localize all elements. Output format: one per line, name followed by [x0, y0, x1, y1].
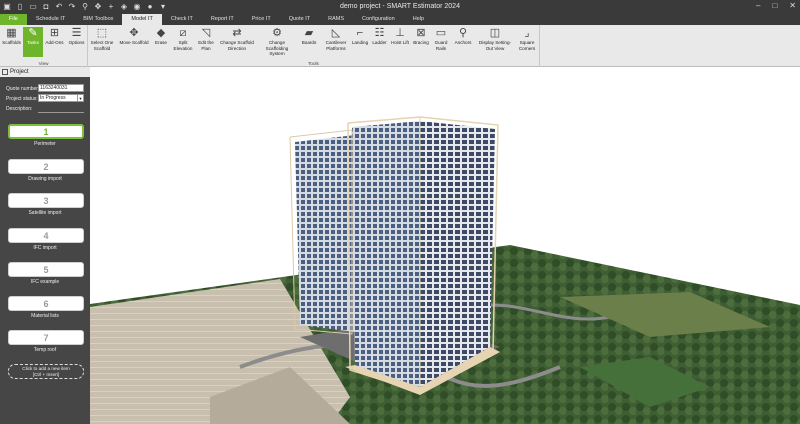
boards-icon: ▰ [304, 27, 314, 39]
guard-rails-icon: ▭ [435, 27, 447, 39]
anchors-button[interactable]: ⚲ Anchors [452, 27, 474, 46]
chevron-down-icon: ▼ [77, 95, 83, 102]
project-panel-title: Project [10, 69, 29, 75]
step-satellite-import-label: Satellite import [28, 210, 62, 216]
tab-bim-toolbox[interactable]: BIM Toolbox [74, 14, 122, 25]
close-button[interactable]: ✕ [789, 1, 796, 10]
tab-configuration[interactable]: Configuration [353, 14, 404, 25]
step-temp-roof-label: Temp roof [33, 347, 57, 353]
tab-price-it[interactable]: Price IT [243, 14, 280, 25]
display-icon: ◫ [489, 27, 501, 39]
change-scaffolding-system-button[interactable]: ⚙ Change Scaffolding System [258, 27, 296, 57]
step-satellite-import[interactable]: 3 [8, 193, 84, 208]
cantilever-icon: ◺ [331, 27, 341, 39]
step-perimeter-label: Perimeter [34, 141, 56, 147]
scaffold-icon: ▦ [6, 27, 17, 39]
step-ifc-import[interactable]: 4 [8, 228, 84, 243]
tab-model-it[interactable]: Model IT [122, 14, 162, 25]
bracing-button[interactable]: ⊠ Bracing [412, 27, 430, 46]
options-button[interactable]: ☰ Options [66, 27, 87, 57]
step-material-lists[interactable]: 6 [8, 296, 84, 311]
minimize-button[interactable]: – [756, 1, 760, 10]
project-status-select[interactable]: In Progress ▼ [38, 94, 84, 102]
edit-plan-icon: ◹ [201, 27, 211, 39]
step-ifc-import-label: IFC import [33, 245, 57, 251]
view-group-label: View [38, 61, 49, 66]
erase-button[interactable]: ◆ Erase [152, 27, 170, 46]
select-icon: ⬚ [96, 27, 108, 39]
tab-help[interactable]: Help [404, 14, 433, 25]
ladder-icon: ☷ [374, 27, 385, 39]
split-icon: ⧄ [179, 27, 187, 39]
project-panel-header: Project [0, 67, 90, 77]
panel-pin-icon[interactable] [2, 69, 8, 75]
direction-icon: ⇄ [232, 27, 242, 39]
model-viewport[interactable] [90, 67, 800, 424]
step-drawing-import[interactable]: 2 [8, 159, 84, 174]
window-title: demo project - SMART Estimator 2024 [340, 3, 460, 10]
hoist-lift-button[interactable]: ⊥ Hoist Lift [390, 27, 410, 46]
add-ons-icon: ⊞ [49, 27, 60, 39]
description-label: Description: [6, 106, 33, 112]
change-scaffold-direction-button[interactable]: ⇄ Change Scaffold Direction [218, 27, 256, 51]
landing-icon: ⌐ [356, 27, 364, 39]
ladder-button[interactable]: ☷ Ladder [371, 27, 388, 46]
step-ifc-example-label: IFC example [30, 279, 60, 285]
bracing-icon: ⊠ [416, 27, 426, 39]
ribbon-group-view: ▦ Scaffolds ✎ Tasks ⊞ Add-Ons ☰ Options View [0, 25, 88, 67]
move-icon: ✥ [129, 27, 139, 39]
quote-number-field[interactable]: 1163240031 [38, 84, 84, 92]
tab-quote-it[interactable]: Quote IT [280, 14, 319, 25]
step-perimeter[interactable]: 1 [8, 124, 84, 139]
step-drawing-import-label: Drawing import [28, 176, 62, 182]
anchor-icon: ⚲ [458, 27, 468, 39]
split-elevation-button[interactable]: ⧄ Split Elevation [172, 27, 194, 51]
boards-button[interactable]: ▰ Boards [298, 27, 320, 46]
corner-icon: ⌟ [524, 27, 530, 39]
hoist-icon: ⊥ [395, 27, 405, 39]
project-panel: Project Quote number: 1163240031 Project… [0, 67, 90, 424]
display-setting-out-view-button[interactable]: ◫ Display Setting-Out View [476, 27, 514, 51]
title-bar: ▣ ▯ ▭ ◘ ↶ ↷ ⚲ ✥ + ◈ ◉ ● ▾ demo project -… [0, 0, 800, 14]
step-material-lists-label: Material lists [31, 313, 59, 319]
ribbon: ▦ Scaffolds ✎ Tasks ⊞ Add-Ons ☰ Options View… [0, 25, 800, 67]
scaffolds-button[interactable]: ▦ Scaffolds [1, 27, 22, 57]
tab-report-it[interactable]: Report IT [202, 14, 243, 25]
square-corners-button[interactable]: ⌟ Square Corners [516, 27, 538, 51]
eraser-icon: ◆ [156, 27, 166, 39]
tab-file[interactable]: File [0, 14, 27, 25]
landing-button[interactable]: ⌐ Landing [351, 27, 369, 46]
move-scaffold-button[interactable]: ✥ Move Scaffold [117, 27, 151, 46]
ribbon-group-tools: ⬚ Select One Scaffold ✥ Move Scaffold ◆ Era… [88, 25, 540, 67]
window-controls: – □ ✕ [756, 1, 796, 10]
ribbon-tabs: File Schedule IT BIM Toolbox Model IT Ch… [0, 14, 800, 25]
tools-group-label: Tools [308, 61, 319, 66]
description-field[interactable] [38, 112, 84, 113]
add-ons-button[interactable]: ⊞ Add-Ons [44, 27, 65, 57]
wrench-icon: ✎ [28, 27, 38, 39]
guard-rails-button[interactable]: ▭ Guard Rails [432, 27, 450, 51]
project-status-value: In Progress [40, 95, 66, 101]
3d-scene[interactable] [90, 67, 800, 424]
select-one-scaffold-button[interactable]: ⬚ Select One Scaffold [90, 27, 114, 51]
add-new-item-button[interactable]: Click to add a new item [Ctrl + Insert] [8, 364, 84, 379]
project-status-label: Project status: [6, 96, 38, 102]
step-ifc-example[interactable]: 5 [8, 262, 84, 277]
add-new-item-shortcut: [Ctrl + Insert] [32, 372, 60, 377]
system-icon: ⚙ [272, 27, 282, 39]
step-temp-roof[interactable]: 7 [8, 330, 84, 345]
edit-plan-button[interactable]: ◹ Edit the Plan [196, 27, 216, 51]
tasks-button[interactable]: ✎ Tasks [23, 27, 43, 57]
options-icon: ☰ [71, 27, 82, 39]
tab-schedule-it[interactable]: Schedule IT [27, 14, 74, 25]
quote-number-label: Quote number: [6, 86, 40, 92]
cantilever-platforms-button[interactable]: ◺ Cantilever Platforms [322, 27, 350, 51]
tab-rams[interactable]: RAMS [319, 14, 353, 25]
tab-check-it[interactable]: Check IT [162, 14, 202, 25]
maximize-button[interactable]: □ [772, 1, 777, 10]
